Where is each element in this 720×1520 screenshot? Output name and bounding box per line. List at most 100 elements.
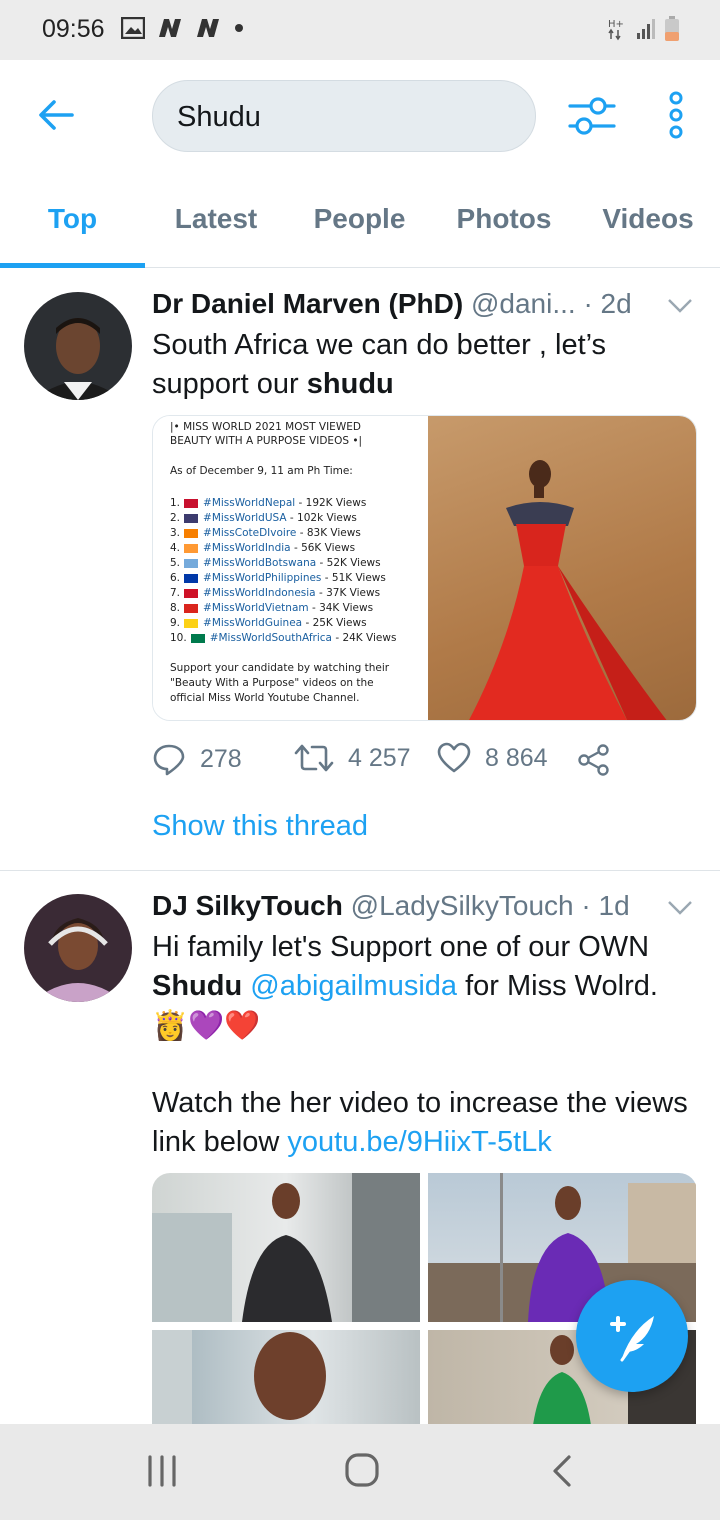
avatar[interactable] <box>24 292 132 400</box>
flag-icon <box>184 573 199 583</box>
n-app-icon <box>159 19 181 37</box>
ranking-hashtag: #MissCoteDIvoire <box>203 527 297 539</box>
ranking-views: - 192K Views <box>295 497 367 509</box>
ranking-hashtag: #MissWorldSouthAfrica <box>209 632 332 644</box>
ranking-hashtag: #MissWorldPhilippines <box>203 572 322 584</box>
retweet-button[interactable]: 4 257 <box>294 742 411 774</box>
search-input[interactable]: Shudu <box>152 80 536 152</box>
gallery-icon <box>121 17 145 39</box>
youtube-link[interactable]: youtu.be/9HiixT-5tLk <box>287 1126 551 1158</box>
ranking-hashtag: #MissWorldIndonesia <box>203 587 316 599</box>
recent-apps-icon[interactable] <box>146 1454 178 1488</box>
reply-count: 278 <box>200 744 242 773</box>
dot-icon <box>235 24 243 32</box>
like-button[interactable]: 8 864 <box>437 742 548 774</box>
active-tab-indicator <box>0 263 145 268</box>
media-photo-3[interactable] <box>152 1330 420 1433</box>
mention-link[interactable]: @abigailmusida <box>250 970 457 1002</box>
chevron-down-icon[interactable] <box>667 298 693 314</box>
status-time: 09:56 <box>42 15 105 43</box>
ranking-hashtag: #MissWorldGuinea <box>203 617 303 629</box>
status-bar: 09:56 H+ <box>0 0 720 60</box>
flag-icon <box>184 528 199 538</box>
ranking-views: - 37K Views <box>315 587 381 599</box>
battery-icon <box>665 16 679 41</box>
chevron-down-icon[interactable] <box>667 900 693 916</box>
ranking-views: - 102k Views <box>286 512 357 524</box>
tweet-time: · 1d <box>581 890 630 921</box>
search-query: Shudu <box>177 101 261 133</box>
more-options-icon[interactable] <box>664 90 688 140</box>
tab-photos[interactable]: Photos <box>432 170 576 268</box>
share-icon[interactable] <box>578 744 610 776</box>
tweet-media[interactable]: |• MISS WORLD 2021 MOST VIEWED BEAUTY WI… <box>152 415 697 721</box>
tweet-time: · 2d <box>583 288 632 319</box>
ranking-number: 3. <box>170 527 181 539</box>
ranking-row: 10. #MissWorldSouthAfrica - 24K Views <box>170 631 396 646</box>
ranking-row: 5. #MissWorldBotswana - 52K Views <box>170 556 396 571</box>
flag-icon <box>184 543 199 553</box>
reply-button[interactable]: 278 <box>152 742 242 776</box>
flag-icon <box>184 588 199 598</box>
tweet-text: Hi family let's Support one of our OWN S… <box>152 928 692 1162</box>
show-thread-link[interactable]: Show this thread <box>152 810 368 843</box>
like-count: 8 864 <box>485 743 548 772</box>
flag-icon <box>184 498 199 508</box>
tab-top[interactable]: Top <box>0 170 145 268</box>
svg-text:H+: H+ <box>608 19 624 30</box>
notification-icons <box>121 17 245 39</box>
compose-tweet-button[interactable] <box>576 1280 688 1392</box>
ranking-number: 7. <box>170 587 181 599</box>
user-handle[interactable]: @LadySilkyTouch <box>351 890 574 921</box>
flag-icon <box>184 558 199 568</box>
ranking-hashtag: #MissWorldVietnam <box>203 602 309 614</box>
media-image-red-gown[interactable] <box>428 416 696 720</box>
filter-icon[interactable] <box>566 94 618 138</box>
ranking-views: - 51K Views <box>321 572 386 584</box>
user-name[interactable]: DJ SilkyTouch <box>152 890 343 921</box>
retweet-icon <box>294 744 334 772</box>
ranking-views: - 56K Views <box>290 542 356 554</box>
system-navigation-bar <box>0 1424 720 1520</box>
user-handle[interactable]: @dani... <box>471 288 576 319</box>
tab-people[interactable]: People <box>287 170 432 268</box>
avatar[interactable] <box>24 894 132 1002</box>
ranking-views: - 25K Views <box>302 617 367 629</box>
ranking-number: 8. <box>170 602 181 614</box>
ranking-hashtag: #MissWorldBotswana <box>203 557 317 569</box>
back-arrow-icon[interactable] <box>36 95 76 135</box>
tab-latest[interactable]: Latest <box>145 170 287 268</box>
user-name[interactable]: Dr Daniel Marven (PhD) <box>152 288 463 319</box>
ranking-row: 1. #MissWorldNepal - 192K Views <box>170 496 396 511</box>
ranking-row: 6. #MissWorldPhilippines - 51K Views <box>170 571 396 586</box>
flag-icon <box>184 513 199 523</box>
ranking-row: 4. #MissWorldIndia - 56K Views <box>170 541 396 556</box>
signal-icon <box>637 19 655 39</box>
emoji-row: 👸💜❤️ <box>152 1008 261 1042</box>
ranking-number: 1. <box>170 497 181 509</box>
heart-icon <box>437 742 471 773</box>
ranking-hashtag: #MissWorldNepal <box>203 497 296 509</box>
ranking-row: 2. #MissWorldUSA - 102k Views <box>170 511 396 526</box>
tweet-header: DJ SilkyTouch @LadySilkyTouch · 1d <box>152 890 630 922</box>
reply-icon <box>153 744 185 776</box>
ranking-row: 3. #MissCoteDIvoire - 83K Views <box>170 526 396 541</box>
tab-videos[interactable]: Videos <box>576 170 720 268</box>
ranking-number: 2. <box>170 512 181 524</box>
retweet-count: 4 257 <box>348 743 411 772</box>
home-icon[interactable] <box>344 1452 380 1488</box>
ranking-number: 5. <box>170 557 181 569</box>
n-app-icon-2 <box>197 19 219 37</box>
ranking-row: 7. #MissWorldIndonesia - 37K Views <box>170 586 396 601</box>
ranking-hashtag: #MissWorldIndia <box>203 542 291 554</box>
back-nav-icon[interactable] <box>550 1454 574 1488</box>
flag-icon <box>190 633 205 643</box>
media-image-infographic[interactable]: |• MISS WORLD 2021 MOST VIEWED BEAUTY WI… <box>153 416 423 720</box>
system-icons: H+ <box>608 16 680 42</box>
ranking-views: - 52K Views <box>316 557 381 569</box>
ranking-views: - 83K Views <box>296 527 361 539</box>
ranking-hashtag: #MissWorldUSA <box>203 512 287 524</box>
ranking-row: 8. #MissWorldVietnam - 34K Views <box>170 601 396 616</box>
ranking-number: 6. <box>170 572 181 584</box>
media-photo-1[interactable] <box>152 1173 420 1322</box>
